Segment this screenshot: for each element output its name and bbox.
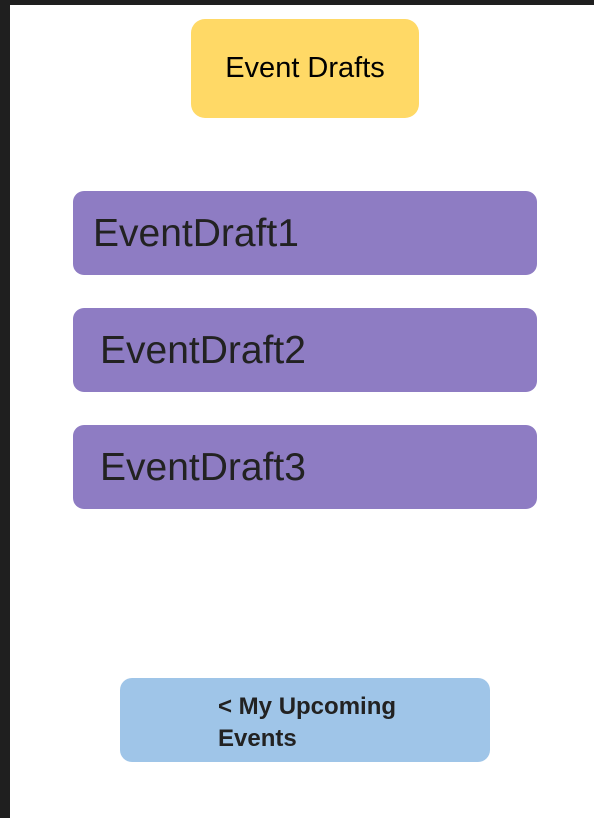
my-upcoming-events-button[interactable]: < My Upcoming Events <box>120 678 490 762</box>
screen-frame: Event Drafts EventDraft1 EventDraft2 Eve… <box>10 5 594 818</box>
event-draft-item[interactable]: EventDraft2 <box>73 308 537 392</box>
event-draft-item[interactable]: EventDraft1 <box>73 191 537 275</box>
event-draft-list: EventDraft1 EventDraft2 EventDraft3 <box>73 191 537 509</box>
page-title: Event Drafts <box>191 19 419 118</box>
my-upcoming-events-label: < My Upcoming Events <box>218 693 397 752</box>
event-draft-item[interactable]: EventDraft3 <box>73 425 537 509</box>
